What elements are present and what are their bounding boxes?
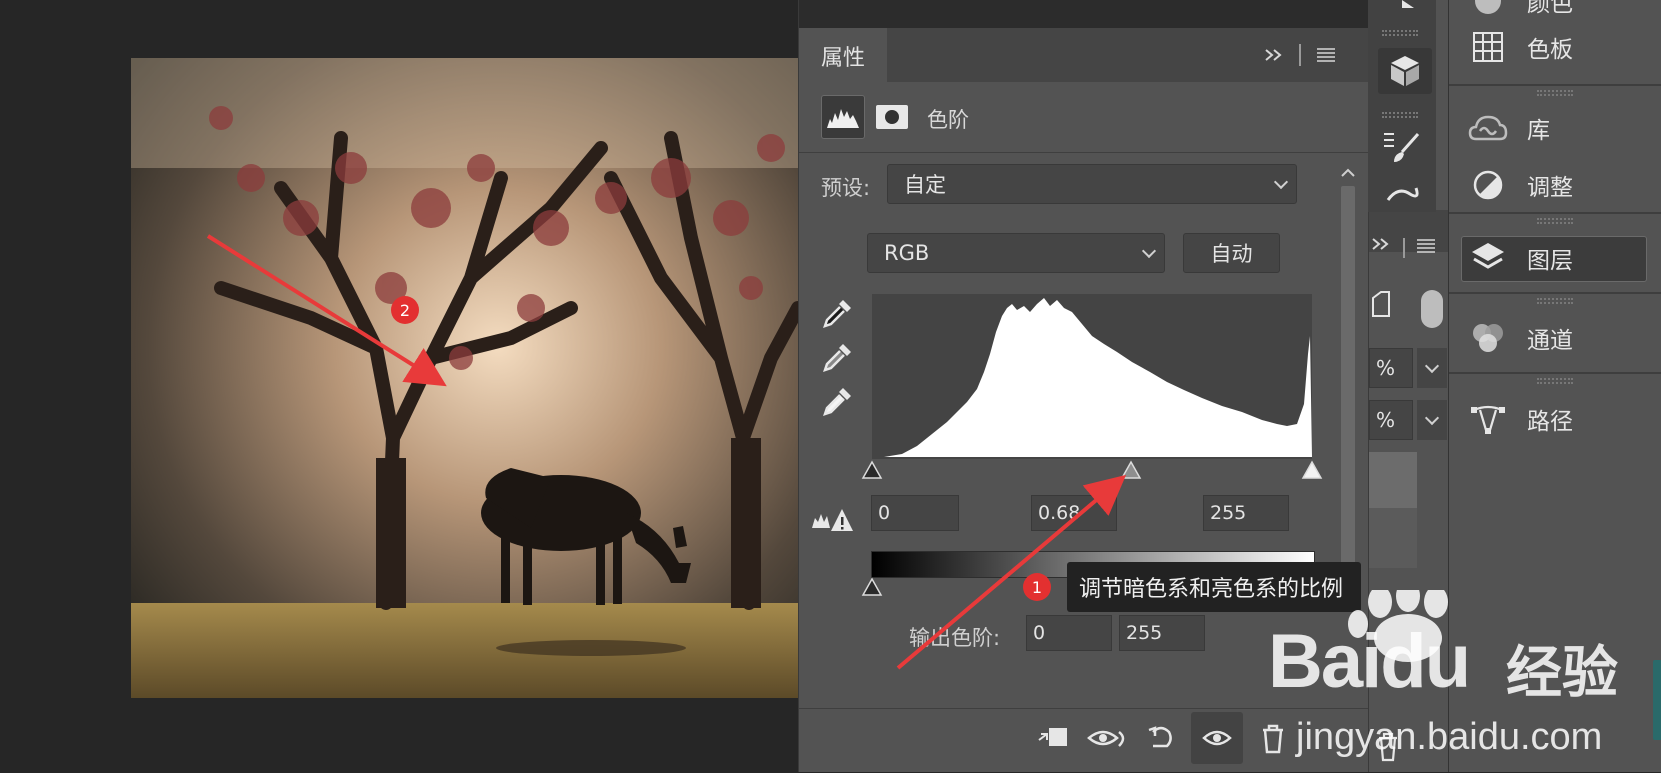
baidu-watermark: Baidu 经验 jingyan.baidu.com — [1268, 590, 1661, 772]
watermark-brand: 经验 — [1506, 641, 1618, 706]
watermark-url: jingyan.baidu.com — [1296, 716, 1603, 758]
annotation-badge-2: 2 — [391, 296, 419, 324]
watermark-logo: Baidu — [1268, 619, 1471, 704]
annotation-badge-1: 1 — [1023, 573, 1051, 601]
